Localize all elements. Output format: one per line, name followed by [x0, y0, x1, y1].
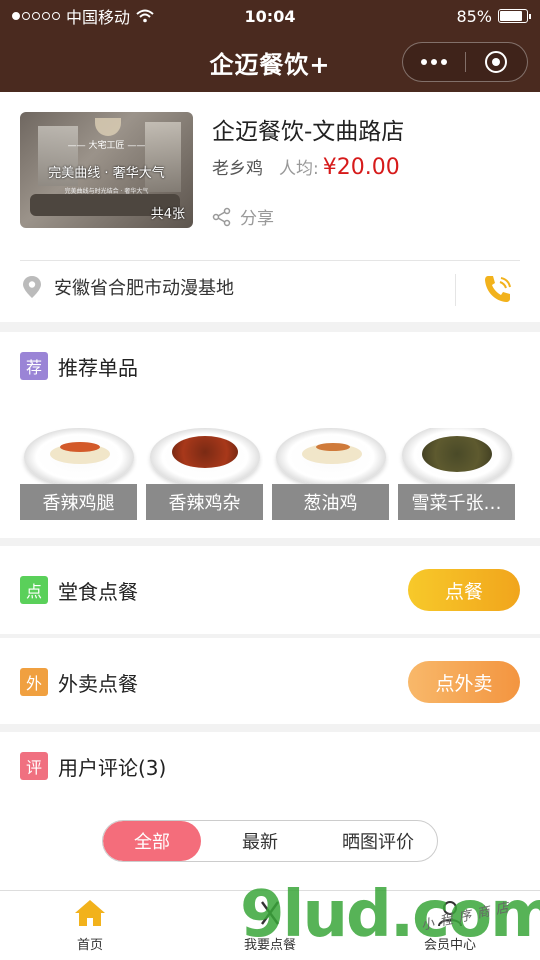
address-row[interactable]: 安徽省合肥市动漫基地	[22, 274, 234, 300]
location-pin-icon	[23, 276, 41, 298]
takeout-section: 外 外卖点餐 点外卖	[0, 638, 540, 724]
tab-order-label: 我要点餐	[243, 938, 296, 953]
page-title: 企迈餐饮+	[209, 50, 331, 79]
carrier-label: 中国移动	[66, 8, 131, 27]
avg-price-value: ¥20.00	[322, 155, 400, 180]
reviews-tag: 评	[20, 752, 48, 780]
store-meta: 老乡鸡 人均: ¥20.00	[212, 154, 400, 180]
avg-price-label: 人均:	[279, 159, 319, 179]
dine-in-label: 点 堂食点餐	[20, 576, 138, 605]
tab-all[interactable]: 全部	[103, 821, 201, 861]
tab-home[interactable]: 首页	[0, 891, 180, 960]
dine-in-order-button[interactable]: 点餐	[408, 569, 520, 611]
dish-card[interactable]: 香辣鸡腿	[20, 428, 137, 520]
tab-photo-reviews[interactable]: 晒图评价	[319, 821, 437, 861]
dine-in-tag: 点	[20, 576, 48, 604]
dish-card[interactable]: 葱油鸡	[272, 428, 389, 520]
dish-name: 香辣鸡杂	[146, 484, 263, 520]
dish-name: 香辣鸡腿	[20, 484, 137, 520]
store-category: 老乡鸡	[212, 159, 263, 179]
recommend-header: 荐 推荐单品	[0, 332, 540, 400]
close-target-icon	[485, 51, 508, 73]
reviews-section: 评 用户评论(3) 全部 最新 晒图评价	[0, 732, 540, 892]
bottom-tab-bar: 首页 我要点餐 会员中心	[0, 890, 540, 960]
share-icon	[212, 207, 231, 226]
recommend-tag: 荐	[20, 352, 48, 380]
dish-name: 葱油鸡	[272, 484, 389, 520]
review-filter-tabs: 全部 最新 晒图评价	[102, 820, 438, 862]
home-icon	[75, 900, 105, 926]
tab-member[interactable]: 会员中心	[360, 891, 540, 960]
phone-icon	[485, 276, 511, 302]
signal-icon	[12, 12, 60, 20]
status-bar: 中国移动 10:04 85%	[0, 0, 540, 32]
takeout-tag: 外	[20, 668, 48, 696]
takeout-title: 外卖点餐	[58, 671, 138, 696]
store-card: —— 大宅工匠 —— 完美曲线 · 奢华大气 完美曲线与时光结合 · 奢华大气 …	[0, 92, 540, 322]
takeout-label: 外 外卖点餐	[20, 668, 138, 697]
user-icon	[438, 901, 462, 927]
tab-member-label: 会员中心	[423, 938, 476, 953]
miniprogram-capsule	[402, 42, 528, 82]
dish-list: 香辣鸡腿 香辣鸡杂 葱油鸡 雪菜千张…	[20, 428, 515, 520]
dine-in-section: 点 堂食点餐 点餐	[0, 546, 540, 634]
dish-card[interactable]: 香辣鸡杂	[146, 428, 263, 520]
more-options-icon[interactable]	[403, 59, 465, 65]
battery-icon	[498, 9, 531, 23]
call-button[interactable]	[480, 272, 516, 312]
tab-latest[interactable]: 最新	[201, 821, 319, 861]
image-count: 共4张	[150, 207, 185, 222]
phone-divider	[455, 274, 456, 306]
store-image[interactable]: —— 大宅工匠 —— 完美曲线 · 奢华大气 完美曲线与时光结合 · 奢华大气 …	[20, 112, 193, 228]
dine-in-title: 堂食点餐	[58, 579, 138, 604]
reviews-header: 评 用户评论(3)	[0, 732, 540, 800]
recommend-section: 荐 推荐单品 香辣鸡腿 香辣鸡杂 葱油鸡 雪菜千张…	[0, 332, 540, 538]
navigation-bar: 企迈餐饮+	[0, 32, 540, 92]
store-divider	[20, 260, 520, 261]
fork-knife-icon	[261, 901, 279, 925]
tab-order[interactable]: 我要点餐	[180, 891, 360, 960]
battery-percent: 85%	[456, 6, 492, 26]
image-caption-top: —— 大宅工匠 ——	[67, 141, 146, 151]
close-miniprogram-button[interactable]	[466, 51, 528, 73]
image-caption-main: 完美曲线 · 奢华大气	[48, 166, 165, 181]
share-label: 分享	[240, 209, 274, 229]
store-address: 安徽省合肥市动漫基地	[54, 278, 234, 299]
recommend-title: 推荐单品	[58, 355, 138, 380]
takeout-order-button[interactable]: 点外卖	[408, 661, 520, 703]
wifi-icon	[136, 9, 154, 23]
top-bar: 中国移动 10:04 85% 企迈餐饮+	[0, 0, 540, 92]
tab-home-label: 首页	[76, 938, 103, 953]
dish-card[interactable]: 雪菜千张…	[398, 428, 515, 520]
share-button[interactable]: 分享	[212, 204, 274, 229]
image-caption-small: 完美曲线与时光结合 · 奢华大气	[64, 188, 149, 195]
dish-name: 雪菜千张…	[398, 484, 515, 520]
reviews-title: 用户评论(3)	[58, 755, 167, 780]
store-name: 企迈餐饮-文曲路店	[212, 119, 405, 145]
